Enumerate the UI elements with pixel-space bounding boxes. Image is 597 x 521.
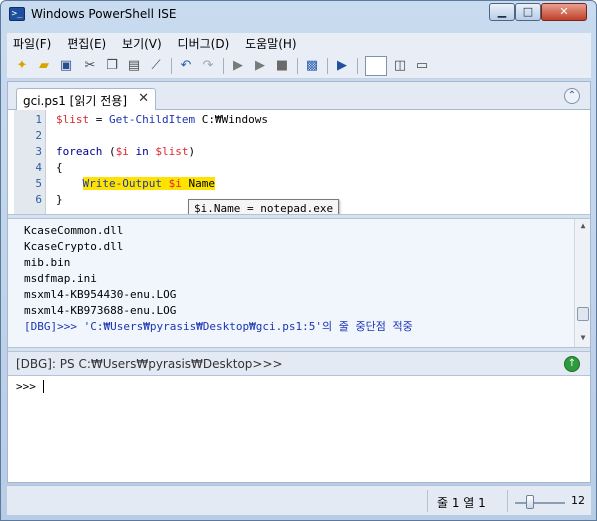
window-title: Windows PowerShell ISE: [31, 7, 177, 21]
toolbar: ✦ ▰ ▣ ✂ ❐ ▤ ⟋ ↶ ↷ ▶ ▶ ■ ▩ ▶ ◫ ▭: [7, 53, 591, 79]
code-text: $list = Get-ChildItem C:₩Windows: [56, 113, 268, 126]
tab-strip: gci.ps1 [읽기 전용] ✕ ⌃: [8, 82, 590, 110]
output-scrollbar[interactable]: ▲ ▼: [574, 219, 590, 347]
script-editor[interactable]: 1 $list = Get-ChildItem C:₩Windows 2 3 forea…: [8, 110, 590, 218]
zoom-thumb[interactable]: [526, 495, 534, 509]
new-file-icon[interactable]: ✦: [13, 57, 31, 75]
debug-prompt: [DBG]: PS C:₩Users₩pyrasis₩Desktop>>>: [16, 357, 283, 371]
menu-help[interactable]: 도움말(H): [239, 33, 303, 54]
line-number[interactable]: 6: [14, 192, 42, 208]
line-number[interactable]: 1: [14, 112, 42, 128]
output-line: msdfmap.ini: [24, 272, 97, 285]
output-pane[interactable]: KcaseCommon.dll KcaseCrypto.dll mib.bin msd…: [8, 219, 590, 347]
menu-edit[interactable]: 편집(E): [61, 33, 112, 54]
redo-icon[interactable]: ↷: [199, 57, 217, 75]
status-bar: 줄 1 열 1 12: [7, 485, 591, 515]
toolbar-separator: [223, 58, 224, 74]
code-text: foreach ($i in $list): [56, 145, 196, 158]
toolbar-separator: [297, 58, 298, 74]
menu-bar: 파일(F) 편집(E) 보기(V) 디버그(D) 도움말(H): [7, 33, 591, 53]
output-line: msxml4-KB954430-enu.LOG: [24, 288, 177, 301]
code-line[interactable]: 5 Write-Output $i Name: [8, 176, 590, 192]
run-icon[interactable]: ▶: [229, 57, 247, 75]
output-line: msxml4-KB973688-enu.LOG: [24, 304, 177, 317]
layout-top-icon[interactable]: [365, 56, 387, 76]
code-line[interactable]: 1 $list = Get-ChildItem C:₩Windows: [8, 112, 590, 128]
code-text: }: [56, 193, 63, 206]
command-pane[interactable]: >>>: [8, 376, 590, 482]
toolbar-separator: [327, 58, 328, 74]
status-separator: [427, 490, 428, 512]
remote-icon[interactable]: ▩: [303, 57, 321, 75]
toolbar-separator: [357, 58, 358, 74]
code-line[interactable]: 4{: [8, 160, 590, 176]
tab-gci-ps1[interactable]: gci.ps1 [읽기 전용] ✕: [16, 88, 156, 110]
zoom-slider[interactable]: [515, 493, 565, 509]
debug-message: [DBG]>>> 'C:₩Users₩pyrasis₩Desktop₩gci.p…: [24, 320, 413, 333]
cut-icon[interactable]: ✂: [81, 57, 99, 75]
undo-icon[interactable]: ↶: [177, 57, 195, 75]
text-caret: [43, 380, 44, 393]
work-area: gci.ps1 [읽기 전용] ✕ ⌃ 1 $list = Get-ChildIt…: [7, 81, 591, 483]
run-selection-icon[interactable]: ▶: [251, 57, 269, 75]
zoom-value: 12: [571, 494, 585, 507]
toolbar-separator: [171, 58, 172, 74]
code-line[interactable]: 3 foreach ($i in $list): [8, 144, 590, 160]
stop-icon[interactable]: ■: [273, 57, 291, 75]
output-line: mib.bin: [24, 256, 71, 269]
close-button[interactable]: ✕: [541, 3, 587, 21]
open-folder-icon[interactable]: ▰: [35, 57, 53, 75]
powershell-ise-window: >_ Windows PowerShell ISE ▁ □ ✕ 파일(F) 편집…: [0, 0, 597, 521]
scroll-up-icon[interactable]: ▲: [578, 221, 588, 230]
minimize-button[interactable]: ▁: [489, 3, 515, 21]
expand-pane-icon[interactable]: ↑: [564, 356, 580, 372]
layout-right-icon[interactable]: ◫: [391, 57, 409, 75]
maximize-button[interactable]: □: [515, 3, 541, 21]
save-icon[interactable]: ▣: [57, 57, 75, 75]
code-text: {: [56, 161, 63, 174]
code-line[interactable]: 2: [8, 128, 590, 144]
close-icon[interactable]: ✕: [138, 91, 149, 106]
menu-file[interactable]: 파일(F): [7, 33, 57, 54]
title-bar[interactable]: >_ Windows PowerShell ISE ▁ □ ✕: [1, 1, 596, 29]
paste-icon[interactable]: ▤: [125, 57, 143, 75]
status-separator: [507, 490, 508, 512]
zoom-track: [515, 502, 565, 504]
cursor-position: 줄 1 열 1: [437, 496, 486, 510]
output-line: KcaseCommon.dll: [24, 224, 124, 237]
copy-icon[interactable]: ❐: [103, 57, 121, 75]
code-text: Write-Output $i Name: [82, 177, 215, 190]
line-number[interactable]: 2: [14, 128, 42, 144]
scroll-down-icon[interactable]: ▼: [578, 333, 588, 342]
tab-label: gci.ps1 [읽기 전용]: [23, 94, 128, 108]
layout-max-icon[interactable]: ▭: [413, 57, 431, 75]
line-number[interactable]: 4: [14, 160, 42, 176]
scroll-thumb[interactable]: [577, 307, 589, 321]
command-prompt-bar: [DBG]: PS C:₩Users₩pyrasis₩Desktop>>> ↑: [8, 352, 590, 376]
menu-debug[interactable]: 디버그(D): [172, 33, 236, 54]
command-prompt: >>>: [16, 380, 36, 393]
collapse-script-pane-icon[interactable]: ⌃: [564, 88, 580, 104]
menu-view[interactable]: 보기(V): [116, 33, 168, 54]
powershell-icon: >_: [9, 7, 25, 21]
powershell-icon[interactable]: ▶: [333, 57, 351, 75]
line-number[interactable]: 3: [14, 144, 42, 160]
output-line: KcaseCrypto.dll: [24, 240, 124, 253]
line-number[interactable]: 5: [14, 176, 42, 192]
clear-icon[interactable]: ⟋: [147, 57, 165, 75]
